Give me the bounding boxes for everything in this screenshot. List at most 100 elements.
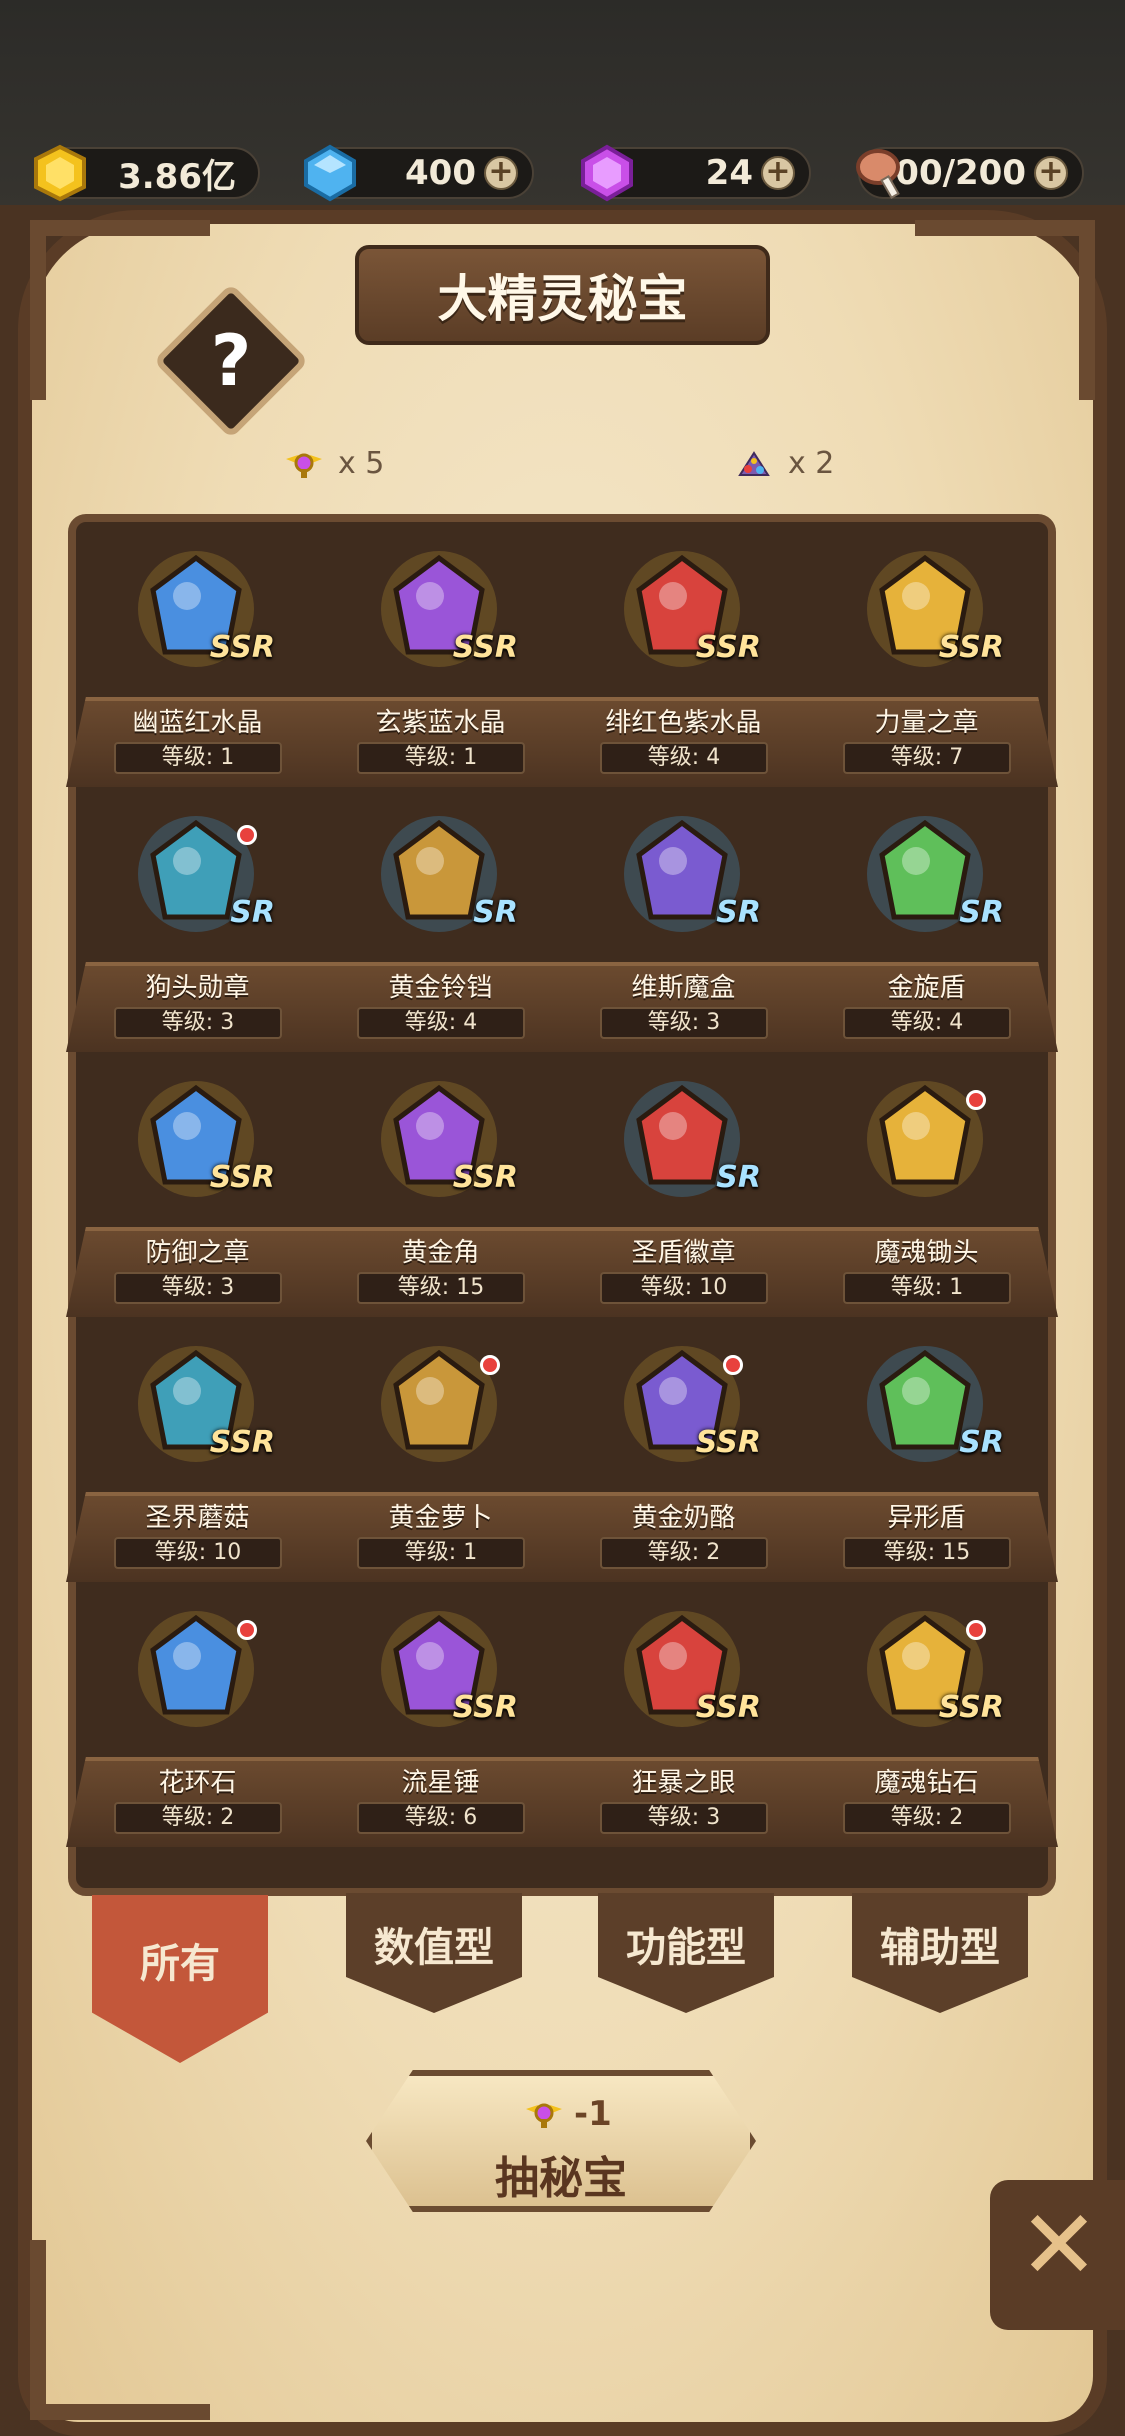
treasure-level: 等级: 3 [600, 1007, 768, 1039]
gem-pile-count: x 2 [734, 446, 834, 481]
key-count: x 5 [284, 446, 384, 481]
treasure-name: 防御之章 [145, 1238, 250, 1268]
rarity-badge: SSR [695, 630, 761, 665]
treasure-level: 等级: 15 [357, 1272, 525, 1304]
notification-dot-icon [966, 1620, 986, 1640]
rarity-badge: SSR [452, 1690, 518, 1725]
treasure-name: 黄金奶酪 [631, 1503, 736, 1533]
draw-label: 抽秘宝 [495, 2153, 627, 2204]
treasure-grid: SSR 幽蓝红水晶等级: 1 SSR 玄紫蓝水晶等级: 1 SSR 绯红色紫水晶等级: 4… [66, 514, 1058, 1896]
treasure-name: 异形盾 [887, 1503, 966, 1533]
add-diamond-button[interactable]: + [484, 156, 518, 190]
treasure-level: 等级: 7 [843, 742, 1011, 774]
treasure-level: 等级: 1 [357, 1537, 525, 1569]
treasure-level: 等级: 6 [357, 1802, 525, 1834]
rarity-badge: SSR [938, 630, 1004, 665]
purple-gem-icon [581, 144, 633, 202]
treasure-item[interactable]: SSR 圣界蘑菇 等级: 10 [76, 1317, 319, 1582]
treasure-level: 等级: 1 [357, 742, 525, 774]
rarity-badge: SR [959, 1425, 1004, 1460]
draw-treasure-button[interactable]: -1 抽秘宝 [366, 2070, 756, 2212]
blue-diamond-icon [304, 144, 356, 202]
winged-key-icon [286, 453, 322, 478]
treasure-item[interactable]: SR 黄金铃铛 等级: 4 [319, 787, 562, 1052]
treasure-item[interactable]: SSR 黄金角 等级: 15 [319, 1052, 562, 1317]
treasure-name: 黄金铃铛 [388, 973, 493, 1003]
rarity-badge: SSR [695, 1425, 761, 1460]
rarity-badge: SSR [938, 1690, 1004, 1725]
treasure-item[interactable]: 花环石 等级: 2 [76, 1582, 319, 1847]
notification-dot-icon [237, 825, 257, 845]
gold-value: 3.86亿 [118, 156, 236, 197]
rarity-badge: SSR [209, 1160, 275, 1195]
treasure-item[interactable]: SSR 防御之章等级: 3 [76, 1052, 319, 1317]
treasure-name: 圣界蘑菇 [145, 1503, 250, 1533]
treasure-level: 等级: 15 [843, 1537, 1011, 1569]
treasure-row: SSR 幽蓝红水晶 等级: 1 SSR 玄紫蓝水晶 等级: 1 SSR 绯红色紫水晶 等级: 4… [66, 522, 1058, 787]
treasure-item[interactable]: 黄金萝卜等级: 1 [319, 1317, 562, 1582]
treasure-name: 圣盾徽章 [631, 1238, 736, 1268]
treasure-name: 金旋盾 [887, 973, 966, 1003]
notification-dot-icon [480, 1355, 500, 1375]
treasure-name: 玄紫蓝水晶 [375, 708, 506, 738]
meat-counter: 200/200 + [856, 147, 1084, 200]
treasure-item[interactable]: 魔魂锄头 等级: 1 [805, 1052, 1048, 1317]
treasure-item[interactable]: SR 金旋盾 等级: 4 [805, 787, 1048, 1052]
treasure-item[interactable]: SSR 流星锤等级: 6 [319, 1582, 562, 1847]
draw-cost-value: -1 [574, 2094, 612, 2134]
treasure-row: SSR 防御之章 等级: 3 SSR 黄金角 等级: 15 SR 圣盾徽章 等级: 10 魔魂锄头… [66, 1052, 1058, 1317]
treasure-item[interactable]: SSR 绯红色紫水晶 等级: 4 [562, 522, 805, 787]
treasure-item[interactable]: SSR 玄紫蓝水晶 等级: 1 [319, 522, 562, 787]
treasure-row: SSR 圣界蘑菇 等级: 10 黄金萝卜 等级: 1 SSR 黄金奶酪 等级: 2 SR 异形盾等… [66, 1317, 1058, 1582]
treasure-name: 绯红色紫水晶 [605, 708, 762, 738]
rarity-badge: SR [716, 895, 761, 930]
treasure-name: 力量之章 [874, 708, 979, 738]
page-title: 大精灵秘宝 [355, 245, 770, 345]
add-gem-button[interactable]: + [761, 156, 795, 190]
close-button[interactable]: ✕ [990, 2180, 1125, 2330]
treasure-item[interactable]: SR 异形盾等级: 15 [805, 1317, 1048, 1582]
gold-counter: 3.86亿 [34, 144, 260, 202]
rarity-badge: SSR [209, 1425, 275, 1460]
treasure-item[interactable]: SSR 狂暴之眼 等级: 3 [562, 1582, 805, 1847]
notification-dot-icon [237, 1620, 257, 1640]
gem-pile-count-value: x 2 [788, 446, 835, 481]
diamond-counter: 400 + [304, 144, 534, 202]
treasure-name: 黄金角 [401, 1238, 480, 1268]
treasure-item[interactable]: SR 圣盾徽章等级: 10 [562, 1052, 805, 1317]
draw-cost: -1 [522, 2094, 612, 2134]
treasure-name: 黄金萝卜 [388, 1503, 493, 1533]
question-mark-icon: ? [210, 320, 252, 402]
rarity-badge: SR [473, 895, 518, 930]
treasure-item[interactable]: SR 狗头勋章 等级: 3 [76, 787, 319, 1052]
treasure-level: 等级: 10 [600, 1272, 768, 1304]
add-meat-button[interactable]: + [1034, 156, 1068, 190]
treasure-level: 等级: 3 [114, 1272, 282, 1304]
treasure-level: 等级: 2 [600, 1537, 768, 1569]
notification-dot-icon [723, 1355, 743, 1375]
rarity-badge: SSR [695, 1690, 761, 1725]
treasure-level: 等级: 4 [843, 1007, 1011, 1039]
top-resource-bar: 3.86亿 400 + 24 + 200/200 + [0, 0, 1125, 210]
treasure-row: SR 狗头勋章 等级: 3 SR 黄金铃铛 等级: 4 SR 维斯魔盒 等级: 3 SR 金旋盾 等级… [66, 787, 1058, 1052]
treasure-item[interactable]: SSR 力量之章等级: 7 [805, 522, 1048, 787]
treasure-name: 花环石 [158, 1768, 237, 1798]
treasure-name: 魔魂锄头 [874, 1238, 979, 1268]
treasure-name: 流星锤 [401, 1768, 480, 1798]
treasure-item[interactable]: SSR 黄金奶酪等级: 2 [562, 1317, 805, 1582]
treasure-item[interactable]: SSR 魔魂钻石 等级: 2 [805, 1582, 1048, 1847]
close-icon: ✕ [1018, 2189, 1100, 2301]
gem-pile-icon [738, 450, 770, 476]
rarity-badge: SSR [209, 630, 275, 665]
treasure-level: 等级: 3 [114, 1007, 282, 1039]
treasure-row: 花环石 等级: 2 SSR 流星锤等级: 6 SSR 狂暴之眼 等级: 3 SSR 魔魂钻石 等级… [66, 1582, 1058, 1847]
treasure-item[interactable]: SSR 幽蓝红水晶 等级: 1 [76, 522, 319, 787]
treasure-name: 幽蓝红水晶 [132, 708, 263, 738]
rarity-badge: SR [716, 1160, 761, 1195]
treasure-name: 维斯魔盒 [631, 973, 736, 1003]
treasure-item[interactable]: SR 维斯魔盒等级: 3 [562, 787, 805, 1052]
key-count-value: x 5 [338, 446, 385, 481]
gold-coin-icon [34, 144, 86, 202]
frame-corner-bottom-left [30, 2240, 210, 2420]
winged-key-icon [526, 2103, 562, 2128]
